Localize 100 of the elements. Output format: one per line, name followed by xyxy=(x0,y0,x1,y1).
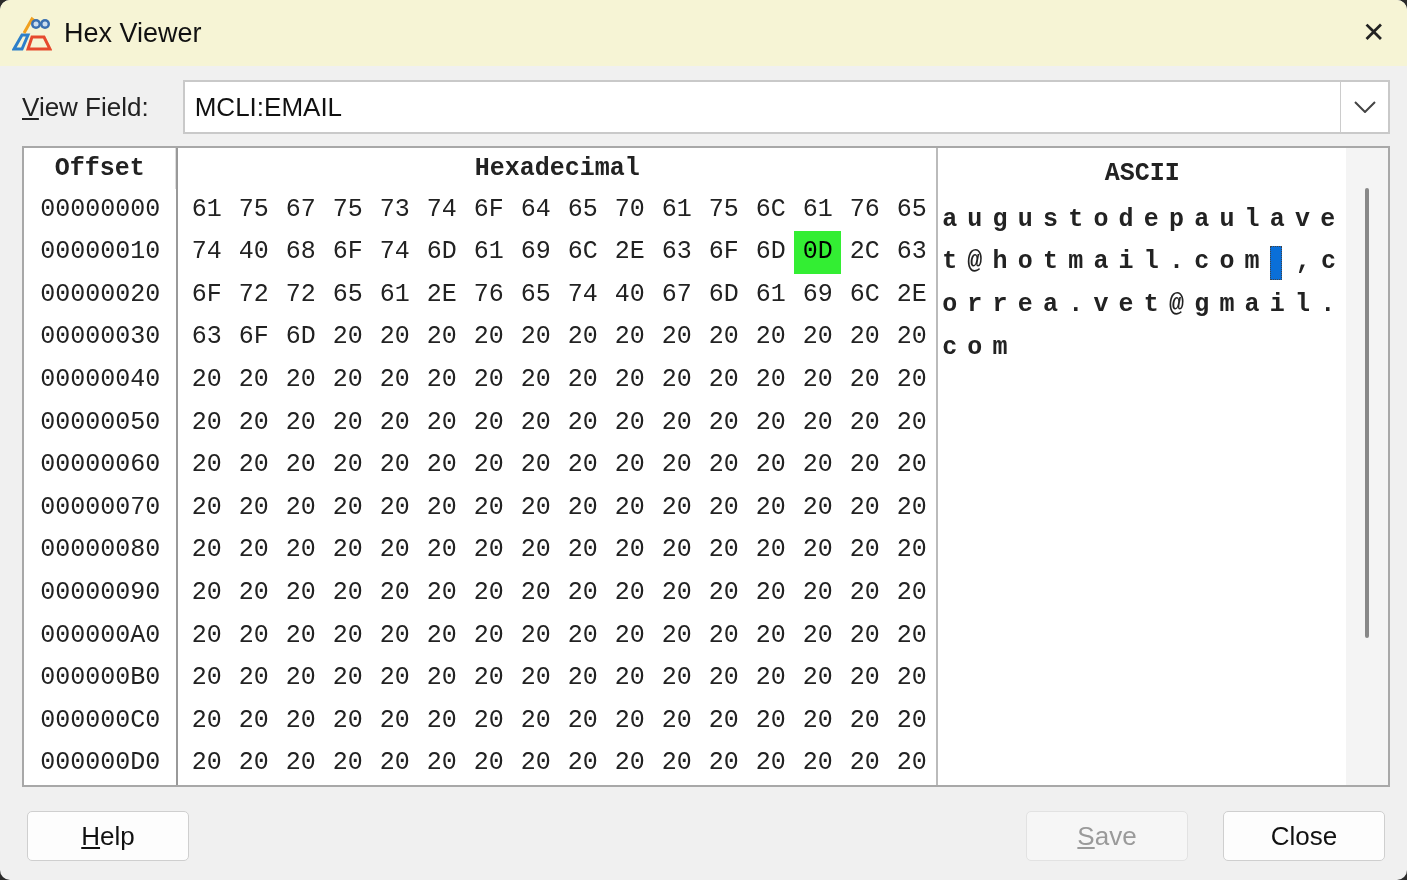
hex-byte: 20 xyxy=(613,321,646,354)
hex-byte: 20 xyxy=(519,491,552,524)
hex-byte: 20 xyxy=(848,619,881,652)
hex-byte: 20 xyxy=(660,704,693,737)
hex-byte: 75 xyxy=(707,193,740,226)
hex-byte: 20 xyxy=(331,449,364,482)
hex-byte: 20 xyxy=(707,449,740,482)
hex-byte: 20 xyxy=(472,491,505,524)
hex-byte: 20 xyxy=(754,406,787,439)
hex-byte: 20 xyxy=(331,662,364,695)
close-button[interactable]: ✕ xyxy=(1351,19,1395,47)
hex-byte: 20 xyxy=(237,747,270,780)
hex-byte: 20 xyxy=(660,747,693,780)
view-field-input[interactable]: MCLI:EMAIL xyxy=(182,80,1340,134)
hex-byte: 20 xyxy=(801,364,834,397)
dialog-button[interactable]: Close xyxy=(1223,811,1385,861)
hex-byte: 20 xyxy=(425,321,458,354)
dialog-button[interactable]: Help xyxy=(27,811,189,861)
hex-byte: 20 xyxy=(425,491,458,524)
hex-byte: 6F xyxy=(472,193,505,226)
hex-byte: 20 xyxy=(519,364,552,397)
window-title: Hex Viewer xyxy=(64,16,202,50)
hex-byte: 20 xyxy=(566,662,599,695)
hex-byte: 20 xyxy=(237,619,270,652)
hex-byte: 20 xyxy=(754,662,787,695)
hex-byte: 20 xyxy=(613,662,646,695)
hex-byte: 20 xyxy=(613,704,646,737)
hex-byte: 20 xyxy=(331,491,364,524)
hex-byte: 20 xyxy=(425,534,458,567)
hex-byte: 63 xyxy=(660,236,693,269)
hex-byte: 20 xyxy=(519,704,552,737)
hex-byte: 20 xyxy=(848,449,881,482)
hex-byte: 20 xyxy=(190,491,223,524)
hex-byte: 20 xyxy=(190,577,223,610)
hex-byte: 20 xyxy=(566,534,599,567)
hex-byte: 6F xyxy=(331,236,364,269)
scrollbar-thumb[interactable] xyxy=(1365,188,1370,638)
hex-byte: 20 xyxy=(284,619,317,652)
hex-byte: 20 xyxy=(519,449,552,482)
offset-cell-text: 00000050 xyxy=(40,406,161,439)
offset-cell-text: 00000010 xyxy=(40,236,161,269)
hex-byte: 20 xyxy=(190,704,223,737)
hex-byte: 2E xyxy=(895,278,928,311)
hex-byte: 61 xyxy=(378,278,411,311)
hex-byte: 20 xyxy=(472,747,505,780)
hex-byte: 20 xyxy=(707,662,740,695)
hex-byte: 20 xyxy=(801,747,834,780)
hex-byte: 20 xyxy=(237,534,270,567)
hex-byte: 20 xyxy=(472,662,505,695)
hex-byte: 20 xyxy=(613,406,646,439)
ascii-text: com xyxy=(941,331,1018,364)
hex-byte: 64 xyxy=(519,193,552,226)
hex-byte: 20 xyxy=(331,406,364,439)
hex-byte: 20 xyxy=(472,619,505,652)
hex-byte: 20 xyxy=(754,364,787,397)
hex-byte: 69 xyxy=(801,278,834,311)
hex-byte: 20 xyxy=(895,321,928,354)
hex-byte: 20 xyxy=(425,704,458,737)
hex-byte: 20 xyxy=(378,321,411,354)
dropdown-button[interactable] xyxy=(1340,80,1390,134)
hex-byte: 20 xyxy=(378,704,411,737)
hex-byte: 74 xyxy=(190,236,223,269)
hex-byte: 20 xyxy=(848,321,881,354)
hex-byte: 20 xyxy=(848,364,881,397)
hex-byte: 20 xyxy=(754,747,787,780)
hex-byte: 20 xyxy=(707,491,740,524)
hex-byte: 20 xyxy=(237,577,270,610)
hex-byte: 20 xyxy=(331,577,364,610)
hex-byte: 68 xyxy=(284,236,317,269)
hex-byte: 20 xyxy=(801,321,834,354)
hex-byte: 20 xyxy=(237,662,270,695)
offset-cell-text: 000000D0 xyxy=(40,747,161,780)
hex-byte: 20 xyxy=(895,491,928,524)
hex-byte: 70 xyxy=(613,193,646,226)
hex-byte: 20 xyxy=(848,491,881,524)
offset-cell-text: 00000080 xyxy=(40,534,161,567)
hex-byte: 20 xyxy=(378,364,411,397)
hex-byte: 20 xyxy=(331,619,364,652)
hex-byte: 20 xyxy=(284,449,317,482)
hex-byte: 20 xyxy=(331,321,364,354)
hex-byte: 20 xyxy=(284,704,317,737)
hex-byte: 20 xyxy=(754,449,787,482)
hex-byte: 6C xyxy=(848,278,881,311)
chevron-down-icon[interactable] xyxy=(1353,101,1376,113)
offset-cell-text: 00000060 xyxy=(40,449,161,482)
hex-byte: 73 xyxy=(378,193,411,226)
hex-byte: 20 xyxy=(660,619,693,652)
hex-byte: 20 xyxy=(472,364,505,397)
hex-byte: 20 xyxy=(660,662,693,695)
ascii-text: orrea.vet@gmail. xyxy=(941,288,1346,321)
offset-cell-text: 000000C0 xyxy=(40,704,161,737)
hex-byte: 20 xyxy=(237,406,270,439)
hex-byte: 20 xyxy=(472,449,505,482)
hex-byte: 20 xyxy=(566,406,599,439)
hex-byte: 20 xyxy=(190,449,223,482)
hex-byte: 20 xyxy=(801,491,834,524)
hex-byte: 63 xyxy=(895,236,928,269)
hex-byte: 20 xyxy=(895,449,928,482)
hex-byte: 20 xyxy=(284,406,317,439)
hex-byte: 6C xyxy=(754,193,787,226)
